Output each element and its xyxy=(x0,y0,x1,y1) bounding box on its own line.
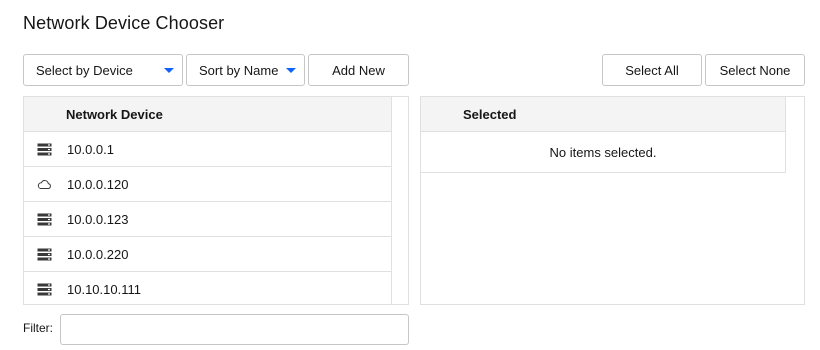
server-icon xyxy=(37,283,52,296)
sort-by-dropdown[interactable]: Sort by Name xyxy=(186,54,305,86)
sort-by-label: Sort by Name xyxy=(199,62,279,78)
server-icon xyxy=(37,248,52,261)
chevron-down-icon xyxy=(164,68,174,73)
add-new-button[interactable]: Add New xyxy=(308,54,409,86)
select-by-label: Select by Device xyxy=(36,62,133,78)
list-item[interactable]: 10.0.0.123 xyxy=(24,202,391,237)
list-item[interactable]: 10.0.0.220 xyxy=(24,237,391,272)
list-item[interactable]: 10.0.0.1 xyxy=(24,132,391,167)
chevron-down-icon xyxy=(286,68,296,73)
cloud-icon xyxy=(37,178,52,191)
server-icon xyxy=(37,213,52,226)
selected-devices-list: Selected No items selected. xyxy=(421,97,786,173)
select-by-dropdown[interactable]: Select by Device xyxy=(23,54,183,86)
selected-devices-panel: Selected No items selected. xyxy=(420,96,805,305)
device-label: 10.0.0.123 xyxy=(67,212,129,227)
available-devices-panel: Network Device 10.0.0.1 10.0.0.120 10.0.… xyxy=(23,96,409,305)
scrollbar[interactable] xyxy=(391,97,408,304)
select-none-button[interactable]: Select None xyxy=(705,54,805,86)
page-title: Network Device Chooser xyxy=(23,13,225,33)
device-label: 10.0.0.120 xyxy=(67,177,129,192)
server-icon xyxy=(37,143,52,156)
available-column-header: Network Device xyxy=(24,97,391,132)
list-item[interactable]: 10.10.10.111 xyxy=(24,272,391,307)
device-label: 10.10.10.111 xyxy=(67,282,141,297)
selected-column-header: Selected xyxy=(421,97,785,132)
device-label: 10.0.0.1 xyxy=(67,142,114,157)
filter-label: Filter: xyxy=(23,321,53,335)
filter-input[interactable] xyxy=(60,314,409,345)
empty-state-text: No items selected. xyxy=(549,144,657,160)
device-label: 10.0.0.220 xyxy=(67,247,129,262)
select-all-button[interactable]: Select All xyxy=(602,54,702,86)
available-devices-list: Network Device 10.0.0.1 10.0.0.120 10.0.… xyxy=(24,97,391,304)
list-item[interactable]: 10.0.0.120 xyxy=(24,167,391,202)
